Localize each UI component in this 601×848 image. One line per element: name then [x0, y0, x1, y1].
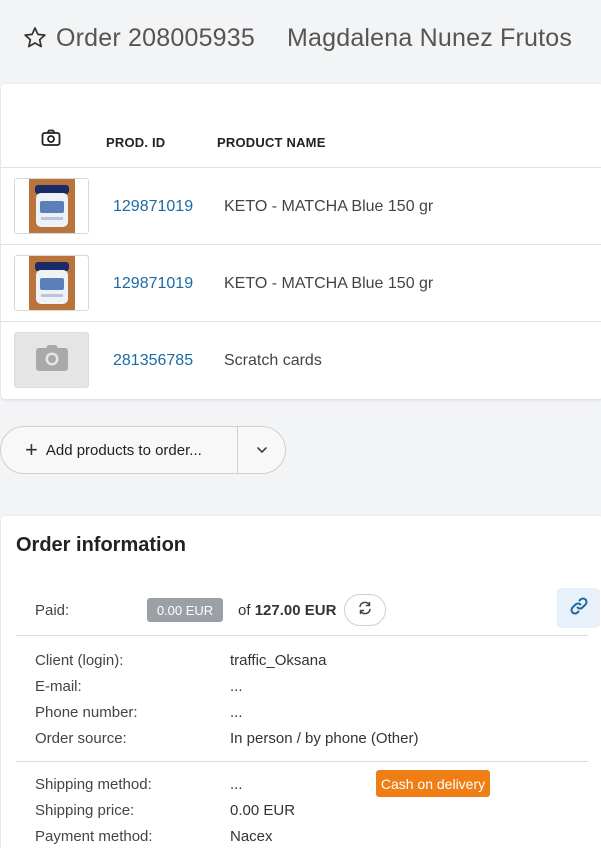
of-prefix: of: [238, 602, 251, 619]
table-row: 281356785 Scratch cards: [1, 322, 601, 399]
table-row: 129871019 KETO - MATCHA Blue 150 gr: [1, 245, 601, 322]
paid-amount-badge: 0.00 EUR: [147, 598, 223, 622]
email-value: ...: [230, 678, 243, 695]
products-table: PROD. ID PRODUCT NAME 129871019 KETO - M…: [1, 84, 601, 399]
add-products-dropdown-toggle[interactable]: [238, 441, 285, 459]
product-thumbnail[interactable]: [14, 178, 89, 234]
paid-label: Paid:: [35, 602, 70, 619]
product-name: KETO - MATCHA Blue 150 gr: [224, 275, 434, 292]
product-id-link[interactable]: 129871019: [113, 198, 193, 216]
table-row: 129871019 KETO - MATCHA Blue 150 gr: [1, 168, 601, 245]
shipping-method-label: Shipping method:: [35, 776, 152, 793]
shipping-method-value: ...: [230, 776, 243, 793]
client-label: Client (login):: [35, 652, 124, 669]
order-header: Order 208005935 Magdalena Nunez Frutos: [0, 0, 601, 76]
section-title: Order information: [16, 534, 187, 556]
cash-on-delivery-badge: Cash on delivery: [376, 770, 490, 797]
product-name: Scratch cards: [224, 352, 322, 369]
shipping-details: Shipping method: ... Cash on delivery Sh…: [16, 770, 588, 848]
order-title: Order 208005935: [56, 23, 255, 52]
payment-link-button[interactable]: [557, 588, 600, 628]
refresh-icon: [357, 600, 373, 621]
star-icon[interactable]: [22, 25, 48, 51]
order-total: of 127.00 EUR: [238, 602, 336, 619]
order-source-label: Order source:: [35, 730, 127, 747]
add-products-split-button: + Add products to order...: [0, 426, 286, 474]
client-value: traffic_Oksana: [230, 652, 327, 669]
add-products-button[interactable]: + Add products to order...: [1, 427, 238, 473]
camera-placeholder-icon: [35, 344, 69, 376]
phone-label: Phone number:: [35, 704, 138, 721]
client-details: Client (login): traffic_Oksana E-mail: .…: [16, 650, 588, 762]
table-header: PROD. ID PRODUCT NAME: [1, 84, 601, 168]
payment-method-value: Nacex: [230, 828, 273, 845]
plus-icon: +: [25, 437, 38, 462]
email-label: E-mail:: [35, 678, 82, 695]
payment-status-row: Paid: 0.00 EUR of 127.00 EUR: [16, 588, 588, 636]
link-icon: [569, 596, 589, 621]
total-amount: 127.00 EUR: [254, 602, 337, 619]
product-id-link[interactable]: 129871019: [113, 275, 193, 293]
product-id-link[interactable]: 281356785: [113, 352, 193, 370]
add-products-label: Add products to order...: [45, 441, 202, 459]
order-source-value: In person / by phone (Other): [230, 730, 419, 747]
camera-icon: [41, 129, 61, 147]
product-name: KETO - MATCHA Blue 150 gr: [224, 198, 434, 215]
customer-name: Magdalena Nunez Frutos: [286, 23, 573, 52]
product-thumbnail[interactable]: [14, 255, 89, 311]
chevron-down-icon: [256, 441, 268, 459]
shipping-price-label: Shipping price:: [35, 802, 135, 819]
column-header-product-name[interactable]: PRODUCT NAME: [217, 135, 326, 150]
placeholder-thumbnail[interactable]: [14, 332, 89, 388]
shipping-price-value: 0.00 EUR: [230, 802, 296, 819]
refresh-payment-button[interactable]: [344, 594, 386, 626]
phone-value: ...: [230, 704, 243, 721]
payment-method-label: Payment method:: [35, 828, 153, 845]
order-information-panel: Order information Paid: 0.00 EUR of 127.…: [1, 516, 601, 848]
column-header-prod-id[interactable]: PROD. ID: [106, 135, 165, 150]
